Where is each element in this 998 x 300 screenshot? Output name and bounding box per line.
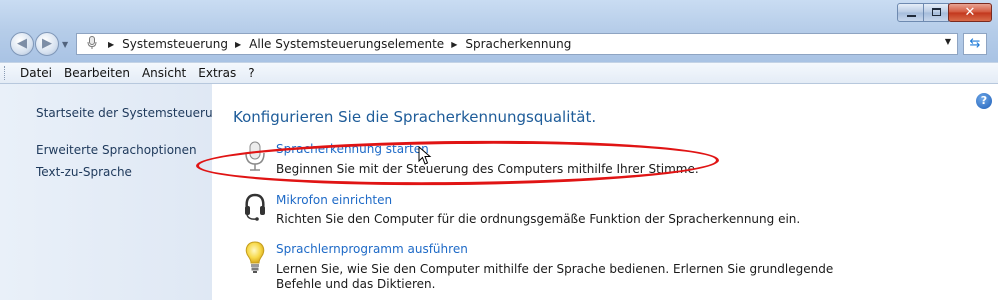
menu-extras[interactable]: Extras	[198, 66, 236, 80]
arrow-right-icon: ▶	[42, 36, 52, 51]
task-link-sprachlernprogramm[interactable]: Sprachlernprogramm ausführen	[276, 242, 468, 256]
sidebar: Startseite der Systemsteuerung Erweitert…	[0, 84, 228, 300]
breadcrumb-separator[interactable]: ▶	[108, 40, 114, 49]
sidebar-item-text-zu-sprache[interactable]: Text-zu-Sprache	[36, 165, 132, 179]
menu-ansicht[interactable]: Ansicht	[142, 66, 186, 80]
lightbulb-icon	[242, 240, 268, 273]
title-bar: ✕	[0, 0, 998, 28]
task-description: Richten Sie den Computer für die ordnung…	[276, 212, 801, 226]
arrow-left-icon: ◀	[17, 36, 27, 51]
breadcrumb-separator[interactable]: ▶	[451, 40, 457, 49]
breadcrumb-separator[interactable]: ▶	[235, 40, 241, 49]
mouse-cursor-icon	[418, 145, 432, 169]
page-title: Konfigurieren Sie die Spracherkennungsqu…	[233, 108, 597, 126]
refresh-button[interactable]: ⇆	[963, 33, 987, 55]
main-pane: Konfigurieren Sie die Spracherkennungsqu…	[212, 84, 998, 300]
task-description: Lernen Sie, wie Sie den Computer mithilf…	[276, 262, 834, 291]
menu-bearbeiten[interactable]: Bearbeiten	[64, 66, 130, 80]
microphone-icon	[83, 35, 101, 53]
content-area: Startseite der Systemsteuerung Erweitert…	[0, 84, 998, 300]
back-button[interactable]: ◀	[10, 32, 34, 56]
address-bar[interactable]: ▶ Systemsteuerung ▶ Alle Systemsteuerung…	[76, 33, 958, 55]
breadcrumb-alle-elemente[interactable]: Alle Systemsteuerungselemente	[249, 37, 444, 51]
minimize-button[interactable]	[897, 3, 924, 22]
maximize-icon	[932, 8, 941, 16]
microphone-icon	[242, 140, 268, 171]
address-dropdown[interactable]: ▼	[945, 37, 951, 46]
maximize-button[interactable]	[923, 3, 949, 22]
headset-icon	[242, 191, 268, 221]
help-icon[interactable]: ?	[976, 93, 992, 109]
navigation-bar: ◀ ▶ ▼ ▶ Systemsteuerung ▶ Alle Systemste…	[0, 28, 998, 62]
breadcrumb-systemsteuerung[interactable]: Systemsteuerung	[122, 37, 228, 51]
menu-datei[interactable]: Datei	[20, 66, 52, 80]
window-frame: ✕ ◀ ▶ ▼ ▶ Systemsteuerung ▶ Alle Systems…	[0, 0, 998, 300]
minimize-icon	[907, 15, 916, 17]
recent-pages-dropdown[interactable]: ▼	[62, 40, 68, 49]
refresh-icon: ⇆	[969, 36, 981, 51]
forward-button[interactable]: ▶	[35, 32, 59, 56]
task-description: Beginnen Sie mit der Steuerung des Compu…	[276, 162, 699, 176]
close-button[interactable]: ✕	[948, 3, 992, 22]
sidebar-item-startseite[interactable]: Startseite der Systemsteuerung	[36, 106, 228, 120]
window-controls: ✕	[897, 3, 992, 22]
menu-bar: Datei Bearbeiten Ansicht Extras ?	[0, 62, 998, 84]
menu-grip	[4, 66, 8, 80]
task-link-mikrofon-einrichten[interactable]: Mikrofon einrichten	[276, 193, 392, 207]
close-icon: ✕	[964, 5, 976, 20]
menu-help[interactable]: ?	[248, 66, 254, 80]
sidebar-item-erweiterte-sprachoptionen[interactable]: Erweiterte Sprachoptionen	[36, 143, 197, 157]
breadcrumb-spracherkennung[interactable]: Spracherkennung	[465, 37, 571, 51]
task-link-spracherkennung-starten[interactable]: Spracherkennung starten	[276, 142, 429, 156]
